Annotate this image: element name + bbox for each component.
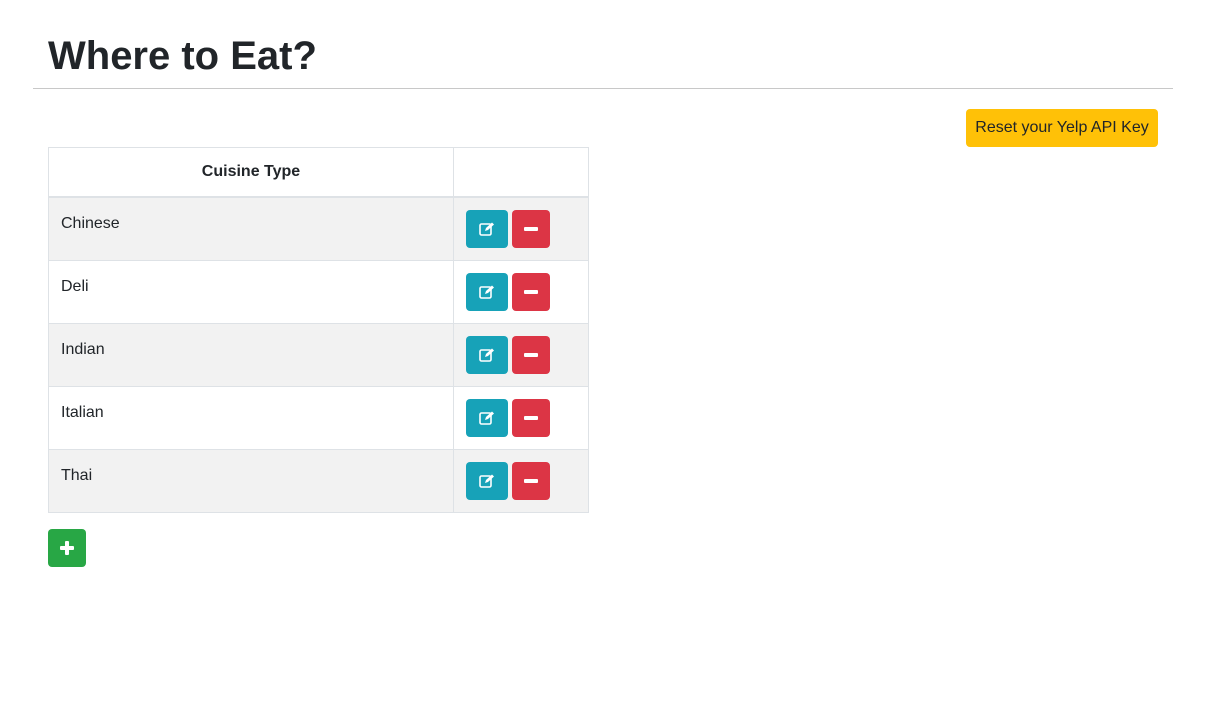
cuisine-name: Italian — [61, 404, 104, 421]
remove-button[interactable] — [512, 399, 550, 437]
edit-button[interactable] — [466, 399, 508, 437]
minus-icon — [524, 479, 538, 483]
cuisine-name: Thai — [61, 467, 93, 484]
edit-button[interactable] — [466, 462, 508, 500]
minus-icon — [524, 416, 538, 420]
add-cuisine-button[interactable] — [48, 529, 86, 567]
cuisine-cell: Thai — [48, 449, 454, 513]
cuisine-cell: Chinese — [48, 196, 454, 261]
cuisine-cell: Indian — [48, 323, 454, 387]
table-row: Italian — [48, 386, 589, 450]
remove-button[interactable] — [512, 210, 550, 248]
actions-cell — [453, 449, 589, 513]
cuisine-cell: Italian — [48, 386, 454, 450]
minus-icon — [524, 353, 538, 357]
actions-cell — [453, 323, 589, 387]
remove-button[interactable] — [512, 273, 550, 311]
remove-button[interactable] — [512, 336, 550, 374]
minus-icon — [524, 290, 538, 294]
edit-icon — [479, 411, 494, 425]
edit-button[interactable] — [466, 273, 508, 311]
plus-icon — [60, 541, 74, 555]
edit-button[interactable] — [466, 210, 508, 248]
column-header-actions — [453, 147, 589, 198]
actions-cell — [453, 260, 589, 324]
edit-icon — [479, 348, 494, 362]
column-header-cuisine-type: Cuisine Type — [48, 147, 454, 198]
edit-button[interactable] — [466, 336, 508, 374]
cuisine-table: Cuisine Type Chinese Deli Indian Italian… — [48, 147, 589, 513]
actions-cell — [453, 386, 589, 450]
cuisine-name: Indian — [61, 341, 105, 358]
cuisine-cell: Deli — [48, 260, 454, 324]
page-title: Where to Eat? — [48, 34, 317, 78]
title-divider — [33, 88, 1173, 89]
table-row: Indian — [48, 323, 589, 387]
table-row: Thai — [48, 449, 589, 513]
minus-icon — [524, 227, 538, 231]
actions-cell — [453, 196, 589, 261]
cuisine-name: Deli — [61, 278, 89, 295]
reset-yelp-api-key-button[interactable]: Reset your Yelp API Key — [966, 109, 1158, 147]
remove-button[interactable] — [512, 462, 550, 500]
table-row: Chinese — [48, 196, 589, 261]
table-row: Deli — [48, 260, 589, 324]
table-header-row: Cuisine Type — [48, 147, 589, 198]
cuisine-name: Chinese — [61, 215, 120, 232]
edit-icon — [479, 474, 494, 488]
edit-icon — [479, 222, 494, 236]
edit-icon — [479, 285, 494, 299]
